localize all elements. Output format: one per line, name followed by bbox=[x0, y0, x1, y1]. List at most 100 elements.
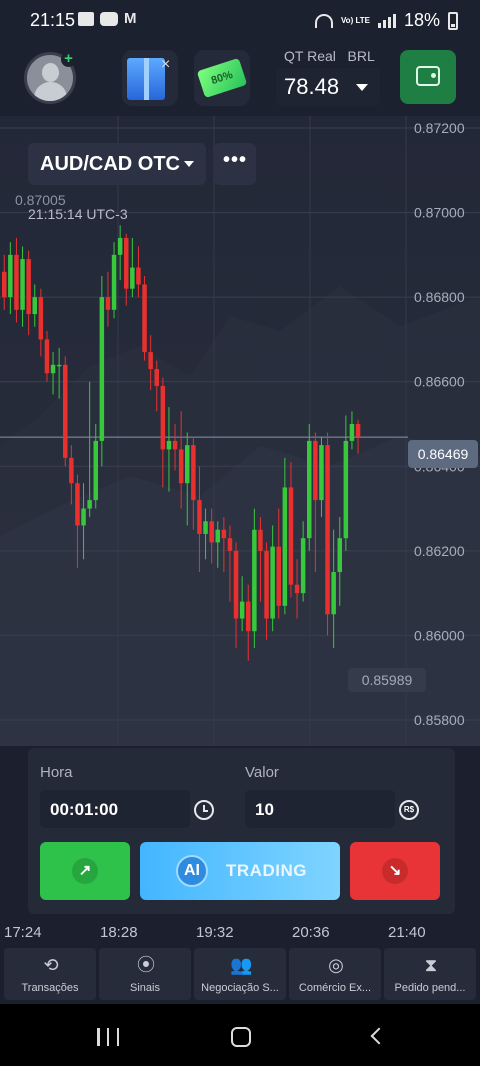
plus-icon[interactable]: + bbox=[61, 51, 76, 67]
sell-down-button[interactable]: ↘ bbox=[350, 842, 440, 900]
cell-signal-icon bbox=[377, 13, 396, 28]
candle-up bbox=[252, 529, 257, 632]
candle-down bbox=[221, 529, 227, 539]
asset-selector-button[interactable]: AUD/CAD OTC bbox=[28, 143, 206, 185]
nav-item-transactions[interactable]: ⟲ Transações bbox=[4, 948, 96, 1000]
candle-down bbox=[172, 440, 178, 450]
account-selector[interactable]: 78.48 bbox=[276, 68, 380, 106]
gift-promo-button[interactable]: × bbox=[122, 50, 178, 106]
nav-item-signals[interactable]: ⦿ Sinais bbox=[99, 948, 191, 1000]
people-icon: 👥 bbox=[230, 955, 253, 975]
battery-icon bbox=[448, 11, 458, 30]
notification-icons: M bbox=[78, 11, 140, 26]
youtube-notification-icon bbox=[100, 12, 118, 26]
server-time-label: 21:15:14 UTC-3 bbox=[28, 206, 128, 222]
account-currency: BRL bbox=[347, 48, 375, 64]
x-axis: 17:24 18:28 19:32 20:36 21:40 bbox=[0, 918, 480, 946]
candle-down bbox=[355, 424, 361, 437]
candle-up bbox=[239, 601, 245, 619]
candle-down bbox=[124, 237, 129, 289]
asset-pair-label: AUD/CAD OTC bbox=[40, 153, 180, 175]
candle-down bbox=[136, 267, 141, 285]
volte-icon: Vo) LTE bbox=[340, 15, 370, 25]
price-chart[interactable]: 0.872000.870000.868000.866000.864000.862… bbox=[0, 116, 480, 746]
candle-down bbox=[26, 259, 31, 315]
candle-down bbox=[294, 584, 300, 594]
nav-item-label: Sinais bbox=[130, 982, 160, 994]
candle-down bbox=[63, 364, 68, 458]
candle-up bbox=[203, 521, 208, 534]
avatar-body-shape bbox=[34, 82, 67, 101]
candle-up bbox=[319, 445, 324, 501]
wallet-button[interactable] bbox=[400, 50, 456, 104]
candle-down bbox=[227, 538, 233, 551]
more-options-button[interactable]: ••• bbox=[214, 143, 256, 185]
current-price-badge: 0.86469 bbox=[408, 440, 478, 468]
system-status-icons: Vo) LTE 18% bbox=[314, 10, 458, 31]
candle-up bbox=[282, 487, 288, 606]
nav-item-social-trading[interactable]: 👥 Negociação S... bbox=[194, 948, 286, 1000]
candle-down bbox=[209, 521, 214, 543]
back-icon[interactable] bbox=[370, 1027, 388, 1045]
candle-up bbox=[56, 364, 62, 367]
candle-up bbox=[331, 572, 336, 615]
amount-field[interactable]: 10 R$ bbox=[245, 790, 419, 828]
candle-up bbox=[130, 267, 135, 289]
candle-down bbox=[288, 487, 294, 585]
candle-down bbox=[246, 601, 251, 632]
y-tick-label: 0.86200 bbox=[414, 543, 465, 559]
candle-down bbox=[264, 550, 269, 619]
candle-down bbox=[160, 385, 166, 450]
nav-item-express-trade[interactable]: ◎ Comércio Ex... bbox=[289, 948, 381, 1000]
ai-badge-icon: AI bbox=[176, 855, 208, 887]
candle-up bbox=[343, 440, 349, 539]
clock-icon[interactable] bbox=[194, 800, 214, 820]
chevron-down-icon bbox=[184, 161, 194, 167]
status-time: 21:15 bbox=[30, 10, 76, 30]
bonus-promo-button[interactable]: 80% bbox=[194, 50, 250, 106]
candle-up bbox=[93, 440, 98, 501]
recent-apps-icon[interactable] bbox=[97, 1028, 119, 1046]
avatar-head-shape bbox=[42, 63, 59, 82]
x-tick-label: 21:40 bbox=[388, 924, 426, 941]
candle-up bbox=[307, 440, 312, 539]
candle-down bbox=[258, 529, 263, 551]
candle-down bbox=[313, 440, 318, 501]
candle-up bbox=[185, 445, 190, 484]
candle-down bbox=[38, 297, 44, 340]
candle-down bbox=[2, 271, 7, 298]
nav-item-pending-orders[interactable]: ⧗ Pedido pend... bbox=[384, 948, 476, 1000]
x-tick-label: 17:24 bbox=[4, 924, 42, 941]
time-field[interactable]: 00:01:00 bbox=[40, 790, 214, 828]
arrow-up-right-icon: ↗ bbox=[72, 858, 98, 884]
currency-icon[interactable]: R$ bbox=[399, 800, 419, 820]
candle-up bbox=[117, 237, 123, 255]
nav-item-label: Comércio Ex... bbox=[298, 982, 372, 994]
target-icon: ◎ bbox=[328, 955, 344, 975]
buy-up-button[interactable]: ↗ bbox=[40, 842, 130, 900]
bottom-navigation: ⟲ Transações ⦿ Sinais 👥 Negociação S... … bbox=[0, 946, 480, 1004]
y-tick-label: 0.86800 bbox=[414, 289, 465, 305]
close-icon[interactable]: × bbox=[161, 56, 170, 74]
wallet-icon bbox=[416, 66, 440, 86]
candle-up bbox=[8, 254, 13, 298]
account-type: QT Real bbox=[284, 48, 336, 64]
candle-up bbox=[81, 508, 86, 526]
candle-down bbox=[276, 546, 281, 606]
x-tick-label: 20:36 bbox=[292, 924, 330, 941]
time-value: 00:01:00 bbox=[50, 800, 119, 819]
candle-up bbox=[215, 529, 220, 543]
candle-up bbox=[20, 259, 25, 310]
candle-down bbox=[197, 500, 202, 534]
candle-down bbox=[191, 445, 196, 501]
candle-up bbox=[87, 500, 92, 509]
candle-up bbox=[349, 424, 355, 441]
low-price-label: 0.85989 bbox=[348, 668, 426, 692]
candle-down bbox=[44, 339, 50, 374]
ai-trading-button[interactable]: AI TRADING bbox=[140, 842, 340, 900]
chevron-down-icon bbox=[356, 84, 368, 91]
candle-up bbox=[50, 364, 56, 374]
home-icon[interactable] bbox=[231, 1027, 251, 1047]
signal-tower-icon: ⦿ bbox=[137, 955, 155, 975]
history-icon: ⟲ bbox=[43, 955, 59, 975]
